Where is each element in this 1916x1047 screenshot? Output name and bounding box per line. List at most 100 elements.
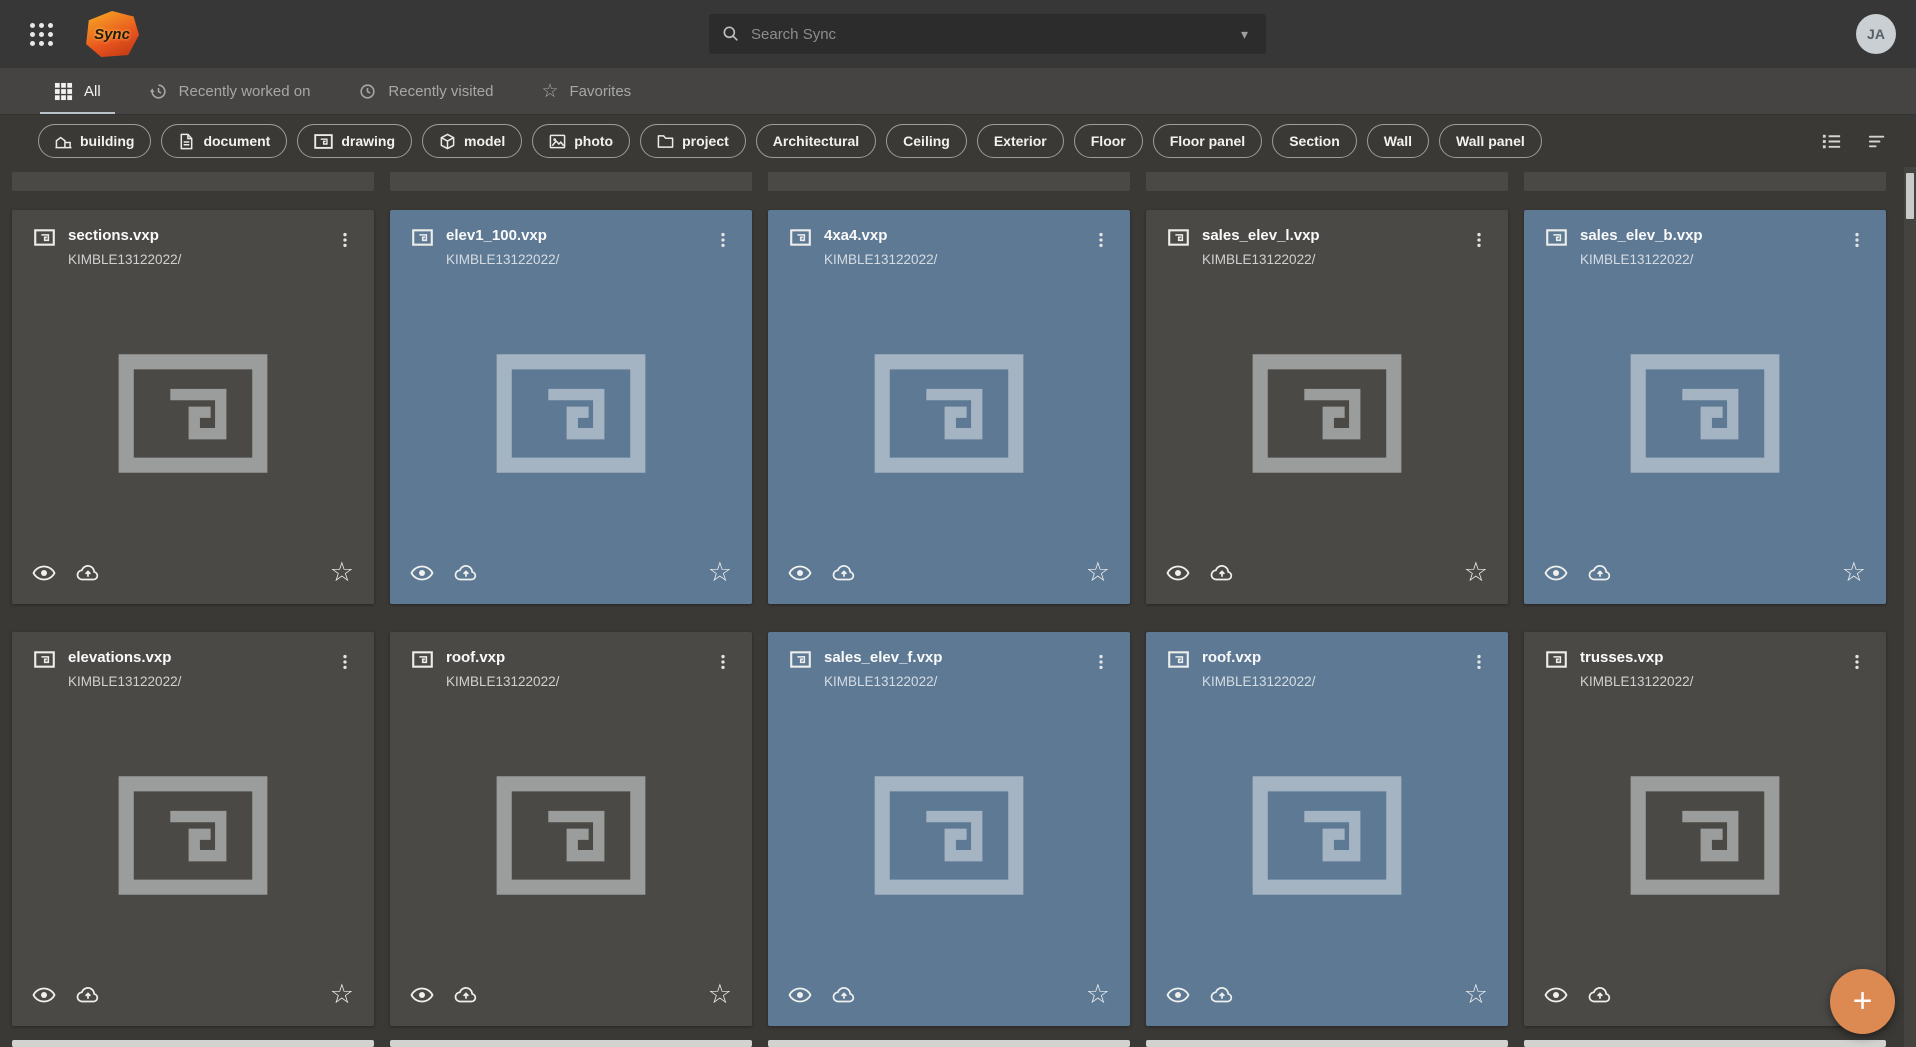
add-button[interactable]: + bbox=[1830, 969, 1895, 1034]
partial-card[interactable] bbox=[12, 172, 374, 191]
chip-project[interactable]: project bbox=[640, 124, 746, 158]
chip-model[interactable]: model bbox=[422, 124, 522, 158]
preview-button[interactable] bbox=[32, 983, 56, 1007]
filter-chip[interactable]: Section bbox=[1272, 124, 1357, 158]
search-bar[interactable]: ▾ bbox=[709, 14, 1266, 54]
sync-button[interactable] bbox=[1588, 983, 1612, 1007]
preview-button[interactable] bbox=[1544, 561, 1568, 585]
favorite-button[interactable]: ☆ bbox=[1086, 981, 1110, 1008]
card-menu-button[interactable] bbox=[326, 649, 364, 675]
cloud-upload-icon bbox=[1210, 561, 1234, 585]
tab-favorites[interactable]: ☆ Favorites bbox=[517, 68, 655, 114]
card-header: sales_elev_f.vxp KIMBLE13122022/ bbox=[768, 632, 1130, 689]
chip-document[interactable]: document bbox=[161, 124, 287, 158]
filter-chip[interactable]: Floor panel bbox=[1153, 124, 1262, 158]
card-menu-button[interactable] bbox=[1460, 649, 1498, 675]
card-menu-button[interactable] bbox=[704, 649, 742, 675]
preview-button[interactable] bbox=[1166, 561, 1190, 585]
building-icon bbox=[55, 133, 72, 150]
sync-button[interactable] bbox=[454, 561, 478, 585]
partial-card[interactable] bbox=[12, 1040, 374, 1047]
file-card[interactable]: elev1_100.vxp KIMBLE13122022/ bbox=[390, 210, 752, 604]
file-card[interactable]: sales_elev_l.vxp KIMBLE13122022/ bbox=[1146, 210, 1508, 604]
file-card[interactable]: elevations.vxp KIMBLE13122022/ bbox=[12, 632, 374, 1026]
favorite-button[interactable]: ☆ bbox=[708, 559, 732, 586]
sync-button[interactable] bbox=[832, 983, 856, 1007]
file-thumbnail bbox=[768, 267, 1130, 559]
sort-button[interactable] bbox=[1867, 130, 1890, 153]
card-actions: ☆ bbox=[1146, 981, 1508, 1026]
file-card[interactable]: roof.vxp KIMBLE13122022/ bbox=[390, 632, 752, 1026]
app-launcher-button[interactable] bbox=[22, 15, 61, 54]
drawing-placeholder-icon bbox=[1629, 353, 1781, 474]
drawing-file-icon bbox=[1546, 229, 1567, 246]
partial-card[interactable] bbox=[768, 1040, 1130, 1047]
preview-button[interactable] bbox=[1166, 983, 1190, 1007]
tab-all[interactable]: All bbox=[30, 68, 125, 114]
preview-button[interactable] bbox=[1544, 983, 1568, 1007]
chip-building[interactable]: building bbox=[38, 124, 151, 158]
file-card[interactable]: 4xa4.vxp KIMBLE13122022/ bbox=[768, 210, 1130, 604]
partial-card[interactable] bbox=[768, 172, 1130, 191]
sync-button[interactable] bbox=[454, 983, 478, 1007]
sync-button[interactable] bbox=[832, 561, 856, 585]
chip-photo[interactable]: photo bbox=[532, 124, 630, 158]
eye-icon bbox=[1544, 983, 1568, 1007]
scrollbar-thumb[interactable] bbox=[1906, 173, 1914, 219]
card-menu-button[interactable] bbox=[1082, 649, 1120, 675]
file-card[interactable]: sections.vxp KIMBLE13122022/ bbox=[12, 210, 374, 604]
card-menu-button[interactable] bbox=[326, 227, 364, 253]
filter-chip[interactable]: Wall bbox=[1367, 124, 1429, 158]
sort-icon bbox=[1867, 130, 1890, 153]
sync-button[interactable] bbox=[1210, 983, 1234, 1007]
filter-chip[interactable]: Ceiling bbox=[886, 124, 967, 158]
partial-card[interactable] bbox=[390, 172, 752, 191]
partial-card[interactable] bbox=[1524, 172, 1886, 191]
partial-card[interactable] bbox=[1146, 172, 1508, 191]
card-menu-button[interactable] bbox=[1460, 227, 1498, 253]
filter-chip[interactable]: Architectural bbox=[756, 124, 876, 158]
favorite-button[interactable]: ☆ bbox=[708, 981, 732, 1008]
card-menu-button[interactable] bbox=[704, 227, 742, 253]
search-dropdown-caret-icon[interactable]: ▾ bbox=[1235, 26, 1254, 43]
preview-button[interactable] bbox=[410, 561, 434, 585]
chip-drawing[interactable]: drawing bbox=[297, 124, 412, 158]
file-card[interactable]: sales_elev_b.vxp KIMBLE13122022/ bbox=[1524, 210, 1886, 604]
file-card[interactable]: roof.vxp KIMBLE13122022/ bbox=[1146, 632, 1508, 1026]
list-view-button[interactable] bbox=[1820, 130, 1843, 153]
card-menu-button[interactable] bbox=[1082, 227, 1120, 253]
sync-button[interactable] bbox=[76, 983, 100, 1007]
partial-card[interactable] bbox=[1524, 1040, 1886, 1047]
sync-button[interactable] bbox=[1588, 561, 1612, 585]
sync-button[interactable] bbox=[1210, 561, 1234, 585]
favorite-button[interactable]: ☆ bbox=[1086, 559, 1110, 586]
file-card[interactable]: sales_elev_f.vxp KIMBLE13122022/ bbox=[768, 632, 1130, 1026]
filter-chip[interactable]: Wall panel bbox=[1439, 124, 1542, 158]
preview-button[interactable] bbox=[788, 561, 812, 585]
card-menu-button[interactable] bbox=[1838, 227, 1876, 253]
file-card[interactable]: trusses.vxp KIMBLE13122022/ bbox=[1524, 632, 1886, 1026]
scrollbar[interactable] bbox=[1904, 167, 1916, 1047]
preview-button[interactable] bbox=[410, 983, 434, 1007]
favorite-button[interactable]: ☆ bbox=[1842, 559, 1866, 586]
favorite-button[interactable]: ☆ bbox=[330, 981, 354, 1008]
favorite-button[interactable]: ☆ bbox=[330, 559, 354, 586]
filter-chip[interactable]: Exterior bbox=[977, 124, 1064, 158]
tab-recently-worked-on[interactable]: Recently worked on bbox=[125, 68, 335, 114]
sync-button[interactable] bbox=[76, 561, 100, 585]
star-icon: ☆ bbox=[541, 82, 558, 101]
avatar[interactable]: JA bbox=[1856, 14, 1896, 54]
file-folder: KIMBLE13122022/ bbox=[1580, 252, 1703, 267]
preview-button[interactable] bbox=[32, 561, 56, 585]
favorite-button[interactable]: ☆ bbox=[1464, 559, 1488, 586]
partial-card[interactable] bbox=[390, 1040, 752, 1047]
star-icon: ☆ bbox=[708, 557, 732, 587]
search-input[interactable] bbox=[751, 26, 1225, 43]
filter-chip[interactable]: Floor bbox=[1074, 124, 1143, 158]
preview-button[interactable] bbox=[788, 983, 812, 1007]
sync-logo[interactable]: Sync bbox=[85, 11, 139, 57]
tab-recently-visited[interactable]: Recently visited bbox=[334, 68, 517, 114]
partial-card[interactable] bbox=[1146, 1040, 1508, 1047]
favorite-button[interactable]: ☆ bbox=[1464, 981, 1488, 1008]
card-menu-button[interactable] bbox=[1838, 649, 1876, 675]
